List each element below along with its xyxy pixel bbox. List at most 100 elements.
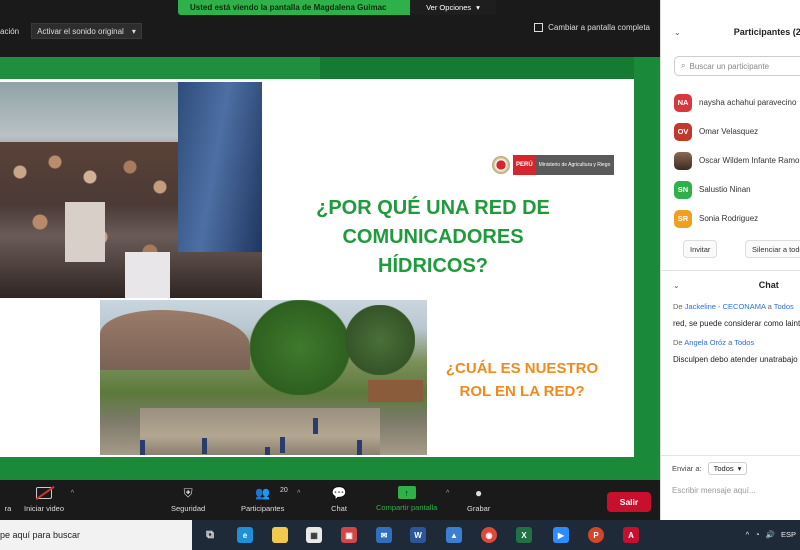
send-to-select[interactable]: Todos ▾: [707, 462, 748, 475]
chat-message-line: red, se puede considerar como la: [673, 319, 792, 328]
meeting-toolbar: ra Iniciar video ^ ⛨ Seguridad 👥 Partici…: [0, 480, 660, 520]
shared-slide: PERÚ Ministerio de Agricultura y Riego ¿…: [0, 57, 660, 480]
original-sound-label: Activar el sonido original: [37, 26, 124, 36]
mail-icon[interactable]: ✉: [376, 527, 392, 543]
tree: [345, 305, 415, 375]
excel-icon[interactable]: X: [516, 527, 532, 543]
chat-header: ⌄ Chat: [660, 277, 800, 293]
audio-button[interactable]: ra: [0, 486, 16, 513]
view-options-label: Ver Opciones: [426, 3, 472, 12]
search-icon: ⌕: [681, 61, 686, 70]
person-shirt: [125, 252, 170, 298]
microphone-icon: [0, 486, 16, 500]
participant-row[interactable]: Oscar Wildem Infante Ramos: [674, 146, 800, 175]
tray-chevron-icon[interactable]: ^: [746, 530, 750, 539]
chevron-down-icon[interactable]: ⌄: [674, 28, 681, 37]
hillside-town: [100, 310, 250, 370]
network-icon[interactable]: ◔: [755, 530, 760, 539]
tent-tarp: [178, 82, 262, 252]
top-controls: ación Activar el sonido original ▾ Cambi…: [0, 20, 660, 42]
chevron-down-icon[interactable]: ⌄: [673, 281, 680, 290]
panel-divider: [660, 270, 800, 271]
language-indicator[interactable]: ESP: [781, 530, 796, 539]
photos-icon[interactable]: ▲: [446, 527, 462, 543]
chevron-up-icon[interactable]: ^: [71, 490, 74, 497]
participant-search-input[interactable]: ⌕ Buscar un participante: [674, 56, 800, 76]
participant-name: Salustio Ninan: [699, 185, 751, 194]
participant-row[interactable]: OV Omar Velasquez: [674, 117, 800, 146]
taskbar-search-input[interactable]: pe aquí para buscar: [0, 520, 192, 550]
ministry-logo: PERÚ Ministerio de Agricultura y Riego: [492, 153, 620, 177]
chat-label: Chat: [331, 504, 347, 513]
view-options-button[interactable]: Ver Opciones ▾: [410, 0, 496, 15]
start-video-label: Iniciar video: [24, 504, 65, 513]
store-icon[interactable]: ▦: [306, 527, 322, 543]
chat-message-input[interactable]: Escribir mensaje aquí...: [672, 486, 756, 495]
send-to-label: Enviar a:: [672, 464, 702, 473]
chat-button[interactable]: 💬 Chat: [331, 486, 347, 513]
word-icon[interactable]: W: [410, 527, 426, 543]
heading-line: ¿POR QUÉ UNA RED DE: [316, 197, 550, 219]
participant-row[interactable]: SR Sonia Rodriguez: [674, 204, 800, 233]
avatar: [674, 151, 692, 170]
share-screen-label: Compartir pantalla: [376, 503, 438, 512]
participant-row[interactable]: SN Salustio Ninan: [674, 175, 800, 204]
fullscreen-label: Cambiar a pantalla completa: [548, 23, 650, 32]
mute-all-button[interactable]: Silenciar a todos: [745, 240, 800, 258]
participants-button[interactable]: 👥 Participantes ^: [241, 486, 300, 513]
zoom-icon[interactable]: ▶: [553, 527, 569, 543]
leave-button[interactable]: Salir: [607, 492, 651, 512]
chat-message-line: interconexión de actores con un fin: [791, 319, 800, 328]
chevron-up-icon[interactable]: ^: [297, 490, 300, 497]
heading-line: HÍDRICOS?: [378, 255, 488, 277]
taskbar-search-placeholder: pe aquí para buscar: [0, 530, 81, 540]
video-off-icon: [36, 486, 53, 500]
pdf-reader-icon[interactable]: A: [623, 527, 639, 543]
system-tray: ^ ◔ 🔊 ESP: [746, 530, 796, 539]
edge-browser-icon[interactable]: e: [237, 527, 253, 543]
sender-name[interactable]: Angela Oróz: [684, 338, 726, 347]
avatar: SR: [674, 209, 692, 228]
to-label: a: [767, 302, 772, 311]
sender-name[interactable]: Jackeline - CECONAMA: [685, 302, 766, 311]
slide-green-strip: [634, 57, 660, 480]
search-placeholder: Buscar un participante: [689, 61, 770, 71]
slide-green-band-dark: [320, 57, 660, 79]
chevron-down-icon: ▾: [476, 3, 480, 12]
panel-divider: [660, 455, 800, 456]
ministry-peru-label: PERÚ: [513, 155, 536, 175]
share-screen-button[interactable]: ↑ Compartir pantalla ^: [376, 486, 449, 512]
windows-taskbar: pe aquí para buscar ⧉ e ▦ ▣ ✉ W ▲ ◉ X ▶ …: [0, 520, 800, 550]
participant-name: Oscar Wildem Infante Ramos: [699, 156, 800, 165]
original-sound-button[interactable]: Activar el sonido original ▾: [31, 23, 142, 39]
start-video-button[interactable]: Iniciar video ^: [24, 486, 74, 513]
security-button[interactable]: ⛨ Seguridad: [171, 486, 205, 514]
participant-row[interactable]: NA naysha achahui paravecino: [674, 88, 800, 117]
worker-figure: [265, 447, 270, 455]
recipient-name[interactable]: Todos: [774, 302, 794, 311]
from-label: De: [673, 302, 683, 311]
fullscreen-button[interactable]: Cambiar a pantalla completa: [534, 23, 650, 32]
recipient-name[interactable]: Todos: [734, 338, 754, 347]
meeting-view: Usted está viendo la pantalla de Magdale…: [0, 0, 660, 520]
record-button[interactable]: ● Grabar: [467, 486, 490, 513]
gift-app-icon[interactable]: ▣: [341, 527, 357, 543]
chrome-icon[interactable]: ◉: [481, 527, 497, 543]
volume-icon[interactable]: 🔊: [766, 530, 775, 539]
person-shirt: [65, 202, 105, 262]
river-cleanup-photo: [100, 300, 427, 455]
record-label: Grabar: [467, 504, 491, 513]
share-screen-icon: ↑: [397, 486, 416, 499]
crowd-photo: [0, 82, 262, 298]
avatar: SN: [674, 180, 692, 199]
invite-button[interactable]: Invitar: [683, 240, 718, 258]
task-view-icon[interactable]: ⧉: [202, 527, 218, 543]
chevron-up-icon[interactable]: ^: [446, 490, 449, 497]
chat-message-line: Disculpen debo atender una: [673, 355, 774, 364]
participants-count: 20: [280, 487, 288, 494]
powerpoint-icon[interactable]: P: [588, 527, 604, 543]
audio-label: ra: [4, 504, 12, 513]
file-explorer-icon[interactable]: [272, 527, 288, 543]
worker-figure: [313, 418, 318, 434]
chat-message-header: De Jackeline - CECONAMA a Todos: [673, 302, 800, 311]
